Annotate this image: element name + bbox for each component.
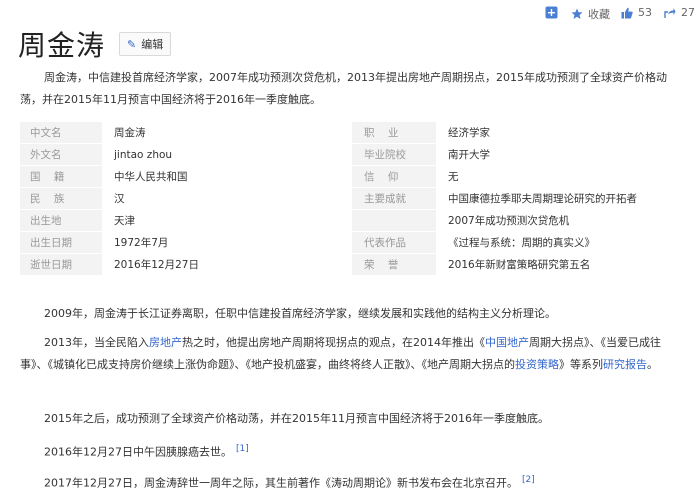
info-value: 2016年新财富策略研究第五名	[436, 253, 686, 276]
edit-button[interactable]: ✎ 编辑	[119, 32, 172, 56]
info-key: 信 仰	[352, 165, 436, 188]
paragraph-2-text-d: 》等系列	[559, 358, 603, 371]
info-value: 1972年7月	[102, 231, 352, 254]
info-row: 逝世日期 2016年12月27日荣 誉 2016年新财富策略研究第五名	[20, 253, 686, 276]
link-real-estate[interactable]: 房地产	[149, 336, 182, 349]
info-row: 国 籍中华人民共和国信 仰无	[20, 165, 686, 188]
paragraph-2-text-e: 。	[647, 358, 658, 371]
info-key: 逝世日期	[20, 253, 102, 276]
pencil-icon: ✎	[127, 37, 137, 51]
info-value: 周金涛	[102, 122, 352, 144]
reference-link-2[interactable]: [2]	[522, 475, 535, 485]
share-icon	[664, 7, 676, 18]
paragraph-4: 2016年12月27日中午因胰腺癌去世。 [1]	[20, 438, 686, 464]
info-key: 国 籍	[20, 165, 102, 188]
info-row: 外文名 jintao zhou 毕业院校 南开大学	[20, 143, 686, 166]
star-icon	[571, 8, 583, 19]
paragraph-2: 2013年，当全民陷入房地产热之时，他提出房地产周期将现拐点的观点，在2014年…	[20, 332, 686, 376]
share-button[interactable]: 27	[664, 6, 695, 19]
info-key: 主要成就	[352, 187, 436, 210]
info-key	[352, 209, 436, 232]
info-row: 中文名 周金涛职 业经济学家	[20, 122, 686, 144]
info-value: 无	[436, 165, 686, 188]
link-research-report[interactable]: 研究报告	[603, 358, 647, 371]
page-title: 周金涛	[18, 29, 106, 62]
info-value: 天津	[102, 209, 352, 232]
info-row: 出生地 天津 2007年成功预测次贷危机	[20, 209, 686, 232]
info-key: 中文名	[20, 122, 102, 144]
info-key: 民 族	[20, 187, 102, 210]
like-count: 53	[638, 6, 652, 19]
info-key: 外文名	[20, 143, 102, 166]
info-value: 中华人民共和国	[102, 165, 352, 188]
link-china-real-estate[interactable]: 中国地产	[485, 336, 529, 349]
basic-info-table: 中文名 周金涛职 业经济学家 外文名 jintao zhou 毕业院校 南开大学国 籍中华…	[20, 122, 686, 276]
info-value: 汉	[102, 187, 352, 210]
info-value: 经济学家	[436, 122, 686, 144]
like-button[interactable]: 53	[621, 6, 652, 19]
info-value: jintao zhou	[102, 143, 352, 166]
paragraph-5: 2017年12月27日，周金涛辞世一周年之际，其生前著作《涛动周期论》新书发布会…	[20, 469, 686, 495]
paragraph-2-text-b: 热之时，他提出房地产周期将现拐点的观点，在2014年推出《	[182, 336, 485, 349]
info-key: 荣 誉	[352, 253, 436, 276]
plus-square-icon	[545, 6, 558, 19]
info-key: 出生日期	[20, 231, 102, 254]
add-button[interactable]	[545, 6, 558, 19]
info-key: 毕业院校	[352, 143, 436, 166]
paragraph-4-text: 2016年12月27日中午因胰腺癌去世。	[44, 445, 232, 459]
info-key: 代表作品	[352, 231, 436, 254]
paragraph-2-text-a: 2013年，当全民陷入	[44, 336, 149, 349]
info-value: 2016年12月27日	[102, 253, 352, 276]
summary-paragraph: 周金涛，中信建投首席经济学家，2007年成功预测次贷危机，2013年提出房地产周…	[20, 71, 667, 106]
paragraph-1: 2009年，周金涛于长江证券离职，任职中信建投首席经济学家，继续发展和实践他的结…	[44, 307, 556, 320]
info-value: 2007年成功预测次贷危机	[436, 209, 686, 232]
thumbs-up-icon	[621, 7, 633, 18]
info-key: 职 业	[352, 122, 436, 144]
favorite-label: 收藏	[588, 8, 610, 21]
info-value: 中国康德拉季耶夫周期理论研究的开拓者	[436, 187, 686, 210]
reference-link-1[interactable]: [1]	[236, 444, 249, 454]
link-investment-strategy[interactable]: 投资策略	[515, 358, 559, 371]
share-count: 27	[681, 6, 695, 19]
title-row: 周金涛 ✎ 编辑	[18, 24, 172, 64]
info-key: 出生地	[20, 209, 102, 232]
info-row: 出生日期 1972年7月 代表作品 《过程与系统：周期的真实义》	[20, 231, 686, 254]
info-value: 《过程与系统：周期的真实义》	[436, 231, 686, 254]
edit-label: 编辑	[141, 38, 164, 51]
info-row: 民 族汉主要成就 中国康德拉季耶夫周期理论研究的开拓者	[20, 187, 686, 210]
paragraph-5-text: 2017年12月27日，周金涛辞世一周年之际，其生前著作《涛动周期论》新书发布会…	[44, 476, 518, 490]
favorite-button[interactable]: 收藏	[571, 6, 610, 22]
info-value: 南开大学	[436, 143, 686, 166]
paragraph-3: 2015年之后，成功预测了全球资产价格动荡，并在2015年11月预言中国经济将于…	[44, 412, 549, 425]
